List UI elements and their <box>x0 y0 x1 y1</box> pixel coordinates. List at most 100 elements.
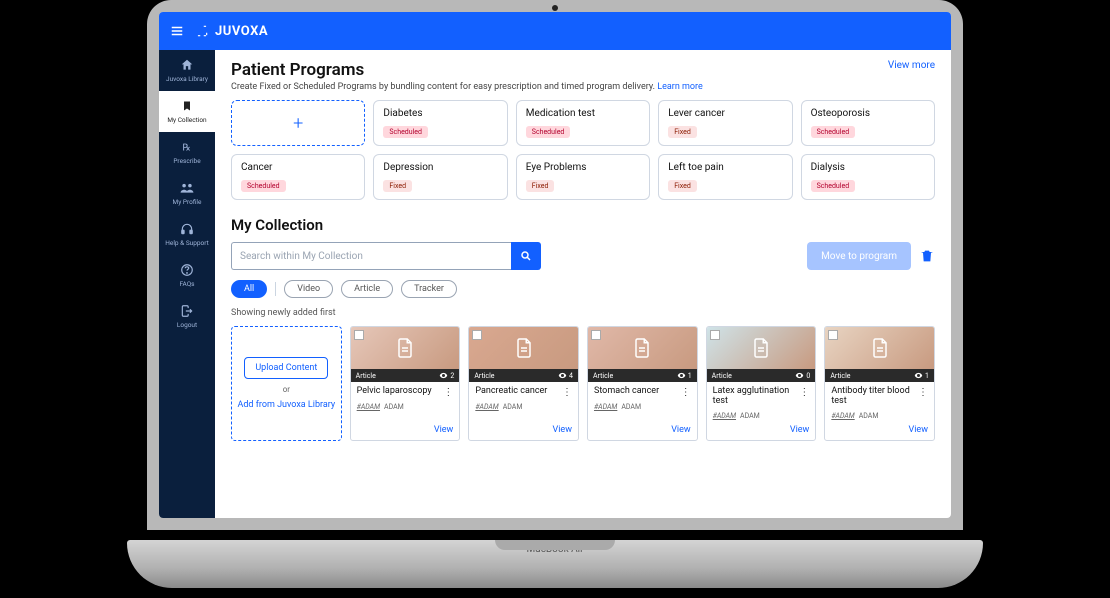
add-from-library-link[interactable]: Add from Juvoxa Library <box>237 400 335 410</box>
logo-icon <box>195 24 209 38</box>
program-card[interactable]: DialysisScheduled <box>801 154 935 200</box>
content-title: Antibody titer blood test <box>831 387 915 407</box>
program-card[interactable]: Eye ProblemsFixed <box>516 154 650 200</box>
chip-divider <box>275 282 276 296</box>
view-link[interactable]: View <box>594 425 691 435</box>
program-card[interactable]: Depression Fixed <box>373 154 507 200</box>
program-card-title: Left toe pain <box>668 162 782 173</box>
content-meta-bar: Article1 <box>588 369 697 382</box>
sidebar-item-help-support[interactable]: Help & Support <box>159 214 215 255</box>
sidebar-item-label: My Profile <box>173 198 202 206</box>
laptop-frame: JUVOXA Juvoxa Library My Collection ℞ Presc… <box>127 0 983 598</box>
topbar: JUVOXA <box>159 12 951 50</box>
upload-content-button[interactable]: Upload Content <box>244 357 328 379</box>
content-source: #ADAMADAM <box>831 412 928 420</box>
program-card-title: Eye Problems <box>526 162 640 173</box>
home-icon <box>180 58 194 72</box>
laptop-shadow <box>177 588 933 598</box>
more-icon[interactable]: ⋮ <box>440 387 453 398</box>
more-icon[interactable]: ⋮ <box>915 387 928 398</box>
screen-bezel: JUVOXA Juvoxa Library My Collection ℞ Presc… <box>147 0 963 530</box>
content-card: Article 4 Pancreatic cancer ⋮ #ADAMADAM View <box>468 326 579 441</box>
menu-icon[interactable] <box>169 24 185 38</box>
view-link[interactable]: View <box>475 425 572 435</box>
filter-chip-tracker[interactable]: Tracker <box>401 280 457 298</box>
select-checkbox[interactable] <box>354 330 364 340</box>
sidebar-item-label: My Collection <box>167 116 206 124</box>
search-input[interactable] <box>231 242 511 270</box>
content-source: #ADAMADAM <box>713 412 810 420</box>
content-meta-bar: Article 4 <box>469 369 578 382</box>
sidebar-item-my-collection[interactable]: My Collection <box>159 91 215 132</box>
program-card-title: Depression <box>383 162 497 173</box>
camera-icon <box>552 5 558 11</box>
sidebar-item-label: Juvoxa Library <box>166 75 208 83</box>
view-more-link[interactable]: View more <box>888 60 935 71</box>
content-source: #ADAMADAM <box>475 403 572 411</box>
programs-subtitle: Create Fixed or Scheduled Programs by bu… <box>231 82 703 92</box>
bookmark-icon <box>180 99 194 113</box>
sidebar-item-my-profile[interactable]: My Profile <box>159 173 215 214</box>
more-icon[interactable]: ⋮ <box>796 387 809 398</box>
document-icon <box>515 337 533 359</box>
logout-icon <box>180 304 194 318</box>
document-icon <box>633 337 651 359</box>
program-status-badge: Scheduled <box>526 126 571 138</box>
more-icon[interactable]: ⋮ <box>559 387 572 398</box>
content-title: Stomach cancer <box>594 387 659 397</box>
content-type-label: Article <box>712 372 732 380</box>
view-count: 4 <box>558 371 573 380</box>
view-count: 1 <box>914 371 929 380</box>
laptop-base: MacBook Air <box>127 540 983 588</box>
program-card[interactable]: Medication testScheduled <box>516 100 650 146</box>
program-card[interactable]: DiabetesScheduled <box>373 100 507 146</box>
upload-card: Upload ContentorAdd from Juvoxa Library <box>231 326 342 441</box>
sidebar-item-faqs[interactable]: FAQs <box>159 255 215 296</box>
brand: JUVOXA <box>195 24 268 39</box>
delete-icon[interactable] <box>919 248 935 264</box>
program-status-badge: Fixed <box>383 180 412 192</box>
search-button[interactable] <box>511 242 541 270</box>
content-type-label: Article <box>356 372 376 380</box>
content-thumbnail <box>351 327 460 369</box>
program-card[interactable]: OsteoporosisScheduled <box>801 100 935 146</box>
document-icon <box>871 337 889 359</box>
select-checkbox[interactable] <box>472 330 482 340</box>
content-meta-bar: Article1 <box>825 369 934 382</box>
brand-text: JUVOXA <box>215 24 268 39</box>
program-card[interactable]: CancerScheduled <box>231 154 365 200</box>
sidebar-item-logout[interactable]: Logout <box>159 296 215 337</box>
filter-chip-all[interactable]: All <box>231 280 267 298</box>
content-type-label: Article <box>593 372 613 380</box>
sidebar-item-label: Help & Support <box>165 239 209 247</box>
content-title: Pancreatic cancer <box>475 387 547 397</box>
content-cards-row: Upload ContentorAdd from Juvoxa LibraryA… <box>231 326 935 441</box>
program-card[interactable]: Left toe pain Fixed <box>658 154 792 200</box>
view-link[interactable]: View <box>831 425 928 435</box>
select-checkbox[interactable] <box>710 330 720 340</box>
view-link[interactable]: View <box>357 425 454 435</box>
add-program-card[interactable]: + <box>231 100 365 146</box>
program-card-title: Lever cancer <box>668 108 782 119</box>
filter-chip-article[interactable]: Article <box>341 280 393 298</box>
more-icon[interactable]: ⋮ <box>678 387 691 398</box>
filter-chips: All Video Article Tracker <box>231 280 935 298</box>
content-source: #ADAMADAM <box>357 403 454 411</box>
content-meta-bar: Article2 <box>351 369 460 382</box>
select-checkbox[interactable] <box>591 330 601 340</box>
move-to-program-button[interactable]: Move to program <box>807 242 911 270</box>
program-status-badge: Fixed <box>668 180 697 192</box>
collection-title: My Collection <box>231 216 935 234</box>
select-checkbox[interactable] <box>828 330 838 340</box>
learn-more-link[interactable]: Learn more <box>657 82 703 92</box>
program-card[interactable]: Lever cancerFixed <box>658 100 792 146</box>
sidebar-item-label: FAQs <box>179 280 194 288</box>
filter-chip-video[interactable]: Video <box>284 280 333 298</box>
program-status-badge: Scheduled <box>383 126 428 138</box>
content-type-label: Article <box>474 372 494 380</box>
sidebar-item-prescribe[interactable]: ℞ Prescribe <box>159 132 215 173</box>
sidebar-item-label: Prescribe <box>173 157 200 165</box>
sidebar-item-juvoxa-library[interactable]: Juvoxa Library <box>159 50 215 91</box>
rx-icon: ℞ <box>180 140 194 154</box>
view-link[interactable]: View <box>713 425 810 435</box>
